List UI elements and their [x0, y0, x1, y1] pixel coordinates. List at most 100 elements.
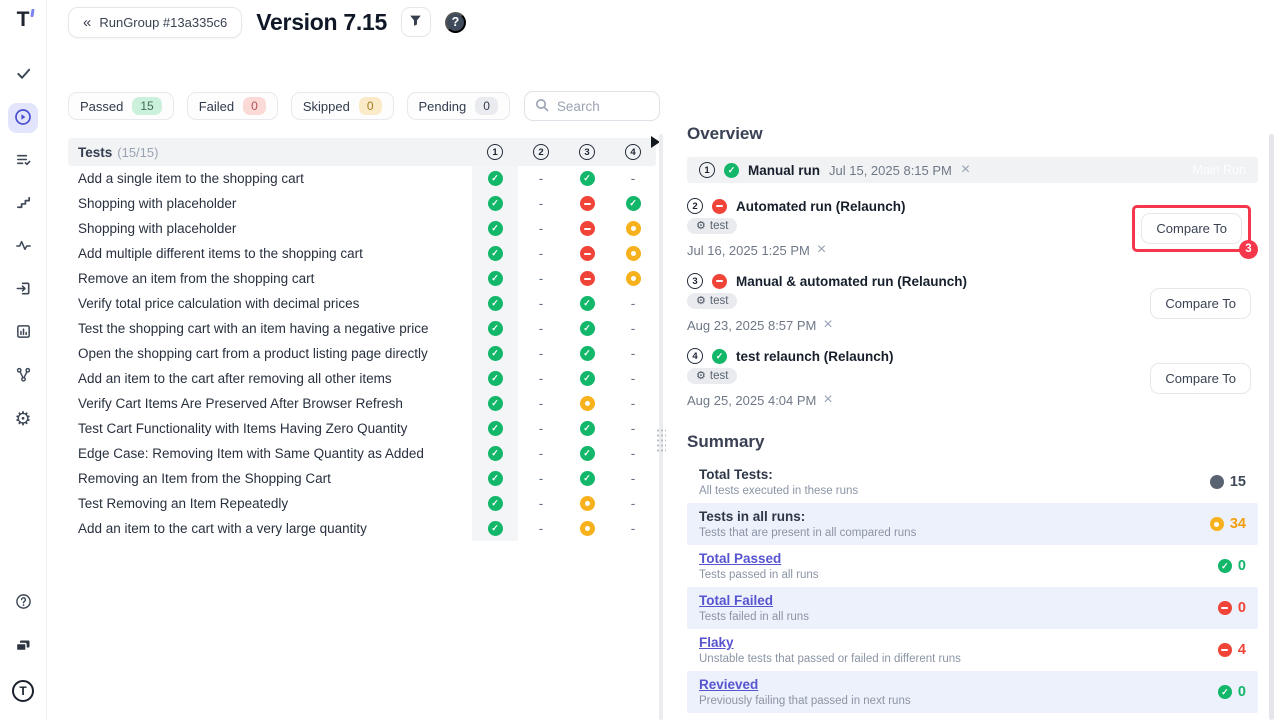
status-failed-icon	[580, 246, 595, 261]
status-passed-icon	[488, 446, 503, 461]
status-passed-icon	[580, 296, 595, 311]
table-row[interactable]: Add an item to the cart after removing a…	[68, 366, 656, 391]
table-row[interactable]: Add a single item to the shopping cart -…	[68, 166, 656, 191]
main-run-row[interactable]: 1 Manual run Jul 15, 2025 8:15 PM × Main…	[687, 157, 1258, 183]
annotation-step-badge: 3	[1239, 240, 1258, 259]
status-skipped-icon	[580, 396, 595, 411]
run-tag[interactable]: ⚙ test	[687, 368, 737, 384]
summary-row-link[interactable]: Revieved	[699, 677, 1218, 692]
table-row[interactable]: Add an item to the cart with a very larg…	[68, 516, 656, 541]
test-name: Open the shopping cart from a product li…	[78, 341, 472, 366]
nav-account[interactable]: T	[8, 676, 38, 706]
status-cell-4: -	[610, 166, 656, 191]
run-number: 4	[687, 348, 703, 364]
remove-run-icon[interactable]: ×	[961, 162, 970, 178]
filter-chip[interactable]: Pending 0	[407, 92, 510, 120]
nav-help[interactable]	[8, 588, 38, 618]
panel-divider[interactable]	[659, 134, 663, 720]
nav-branches[interactable]	[8, 361, 38, 391]
nav-test-plans[interactable]	[8, 146, 38, 176]
status-skipped-icon	[626, 271, 641, 286]
list-check-icon	[15, 151, 32, 171]
filter-chip-label: Failed	[199, 99, 234, 114]
status-cell-1	[472, 241, 518, 266]
table-row[interactable]: Edge Case: Removing Item with Same Quant…	[68, 441, 656, 466]
table-row[interactable]: Remove an item from the shopping cart -	[68, 266, 656, 291]
column-header-4: 4	[610, 144, 656, 160]
table-row[interactable]: Open the shopping cart from a product li…	[68, 341, 656, 366]
filter-chip-label: Passed	[80, 99, 123, 114]
compare-to-button[interactable]: Compare To	[1141, 213, 1242, 244]
status-passed-icon	[488, 346, 503, 361]
nav-import[interactable]	[8, 275, 38, 305]
left-pane: « RunGroup #13a335c6 Version 7.15 ? Pass…	[47, 0, 660, 720]
summary-row-link[interactable]: Total Passed	[699, 551, 1218, 566]
status-cell-1	[472, 391, 518, 416]
run-tag-label: test	[710, 370, 729, 382]
test-name: Shopping with placeholder	[78, 191, 472, 216]
run-tag[interactable]: ⚙ test	[687, 293, 737, 309]
status-cell-3	[564, 516, 610, 541]
search-box[interactable]	[524, 91, 660, 121]
filter-chip-label: Skipped	[303, 99, 350, 114]
summary-passed-icon	[1218, 685, 1232, 699]
status-cell-1	[472, 466, 518, 491]
branch-icon	[15, 366, 32, 386]
play-circle-icon	[14, 108, 32, 129]
run-status-icon	[712, 199, 727, 214]
help-button[interactable]: ?	[445, 12, 466, 33]
run-tag-label: test	[710, 295, 729, 307]
vertical-scrollbar[interactable]	[1269, 134, 1274, 720]
table-row[interactable]: Verify Cart Items Are Preserved After Br…	[68, 391, 656, 416]
summary-row-link[interactable]: Total Failed	[699, 593, 1218, 608]
table-row[interactable]: Verify total price calculation with deci…	[68, 291, 656, 316]
chart-box-icon	[15, 323, 32, 343]
rungroup-back-button[interactable]: « RunGroup #13a335c6	[68, 7, 242, 38]
remove-run-icon[interactable]: ×	[823, 392, 832, 408]
run-tag[interactable]: ⚙ test	[687, 218, 737, 234]
nav-pulse[interactable]	[8, 232, 38, 262]
table-row[interactable]: Removing an Item from the Shopping Cart …	[68, 466, 656, 491]
summary-heading: Summary	[687, 432, 1280, 452]
status-cell-2: -	[518, 166, 564, 191]
compare-to-button[interactable]: Compare To	[1150, 363, 1251, 394]
nav-analytics[interactable]	[8, 318, 38, 348]
nav-projects[interactable]	[8, 632, 38, 662]
compare-to-button[interactable]: Compare To	[1150, 288, 1251, 319]
summary-row-title: Tests in all runs:	[699, 509, 1210, 524]
filter-chips-row: Passed 15 Failed 0 Skipped 0 Pending 0	[68, 91, 660, 121]
run-number: 3	[687, 273, 703, 289]
nav-steps[interactable]	[8, 189, 38, 219]
filter-chip[interactable]: Passed 15	[68, 92, 174, 120]
table-row[interactable]: Add multiple different items to the shop…	[68, 241, 656, 266]
summary-row-link[interactable]: Flaky	[699, 635, 1218, 650]
divider-drag-handle[interactable]	[656, 428, 666, 454]
table-row[interactable]: Test Removing an Item Repeatedly - -	[68, 491, 656, 516]
remove-run-icon[interactable]: ×	[823, 317, 832, 333]
status-passed-icon	[580, 421, 595, 436]
table-row[interactable]: Test the shopping cart with an item havi…	[68, 316, 656, 341]
nav-settings[interactable]: ⚙	[8, 404, 38, 434]
status-cell-4: -	[610, 366, 656, 391]
table-row[interactable]: Shopping with placeholder -	[68, 216, 656, 241]
remove-run-icon[interactable]: ×	[817, 242, 826, 258]
nav-runs[interactable]	[8, 103, 38, 133]
status-passed-icon	[580, 321, 595, 336]
status-cell-3	[564, 441, 610, 466]
gear-icon: ⚙	[696, 221, 706, 232]
status-passed-icon	[488, 371, 503, 386]
filter-chip[interactable]: Skipped 0	[291, 92, 394, 120]
summary-row-desc: Tests that are present in all compared r…	[699, 527, 1210, 539]
status-cell-3	[564, 366, 610, 391]
test-name: Removing an Item from the Shopping Cart	[78, 466, 472, 491]
search-input[interactable]	[557, 99, 649, 114]
run-item: 2 Automated run (Relaunch) ⚙ test Jul 16…	[687, 198, 1258, 258]
status-cell-2: -	[518, 366, 564, 391]
status-skipped-icon	[580, 496, 595, 511]
table-row[interactable]: Test Cart Functionality with Items Havin…	[68, 416, 656, 441]
nav-tasks[interactable]	[8, 60, 38, 90]
status-cell-3	[564, 316, 610, 341]
filter-chip[interactable]: Failed 0	[187, 92, 278, 120]
table-row[interactable]: Shopping with placeholder -	[68, 191, 656, 216]
filter-button[interactable]	[401, 7, 431, 37]
